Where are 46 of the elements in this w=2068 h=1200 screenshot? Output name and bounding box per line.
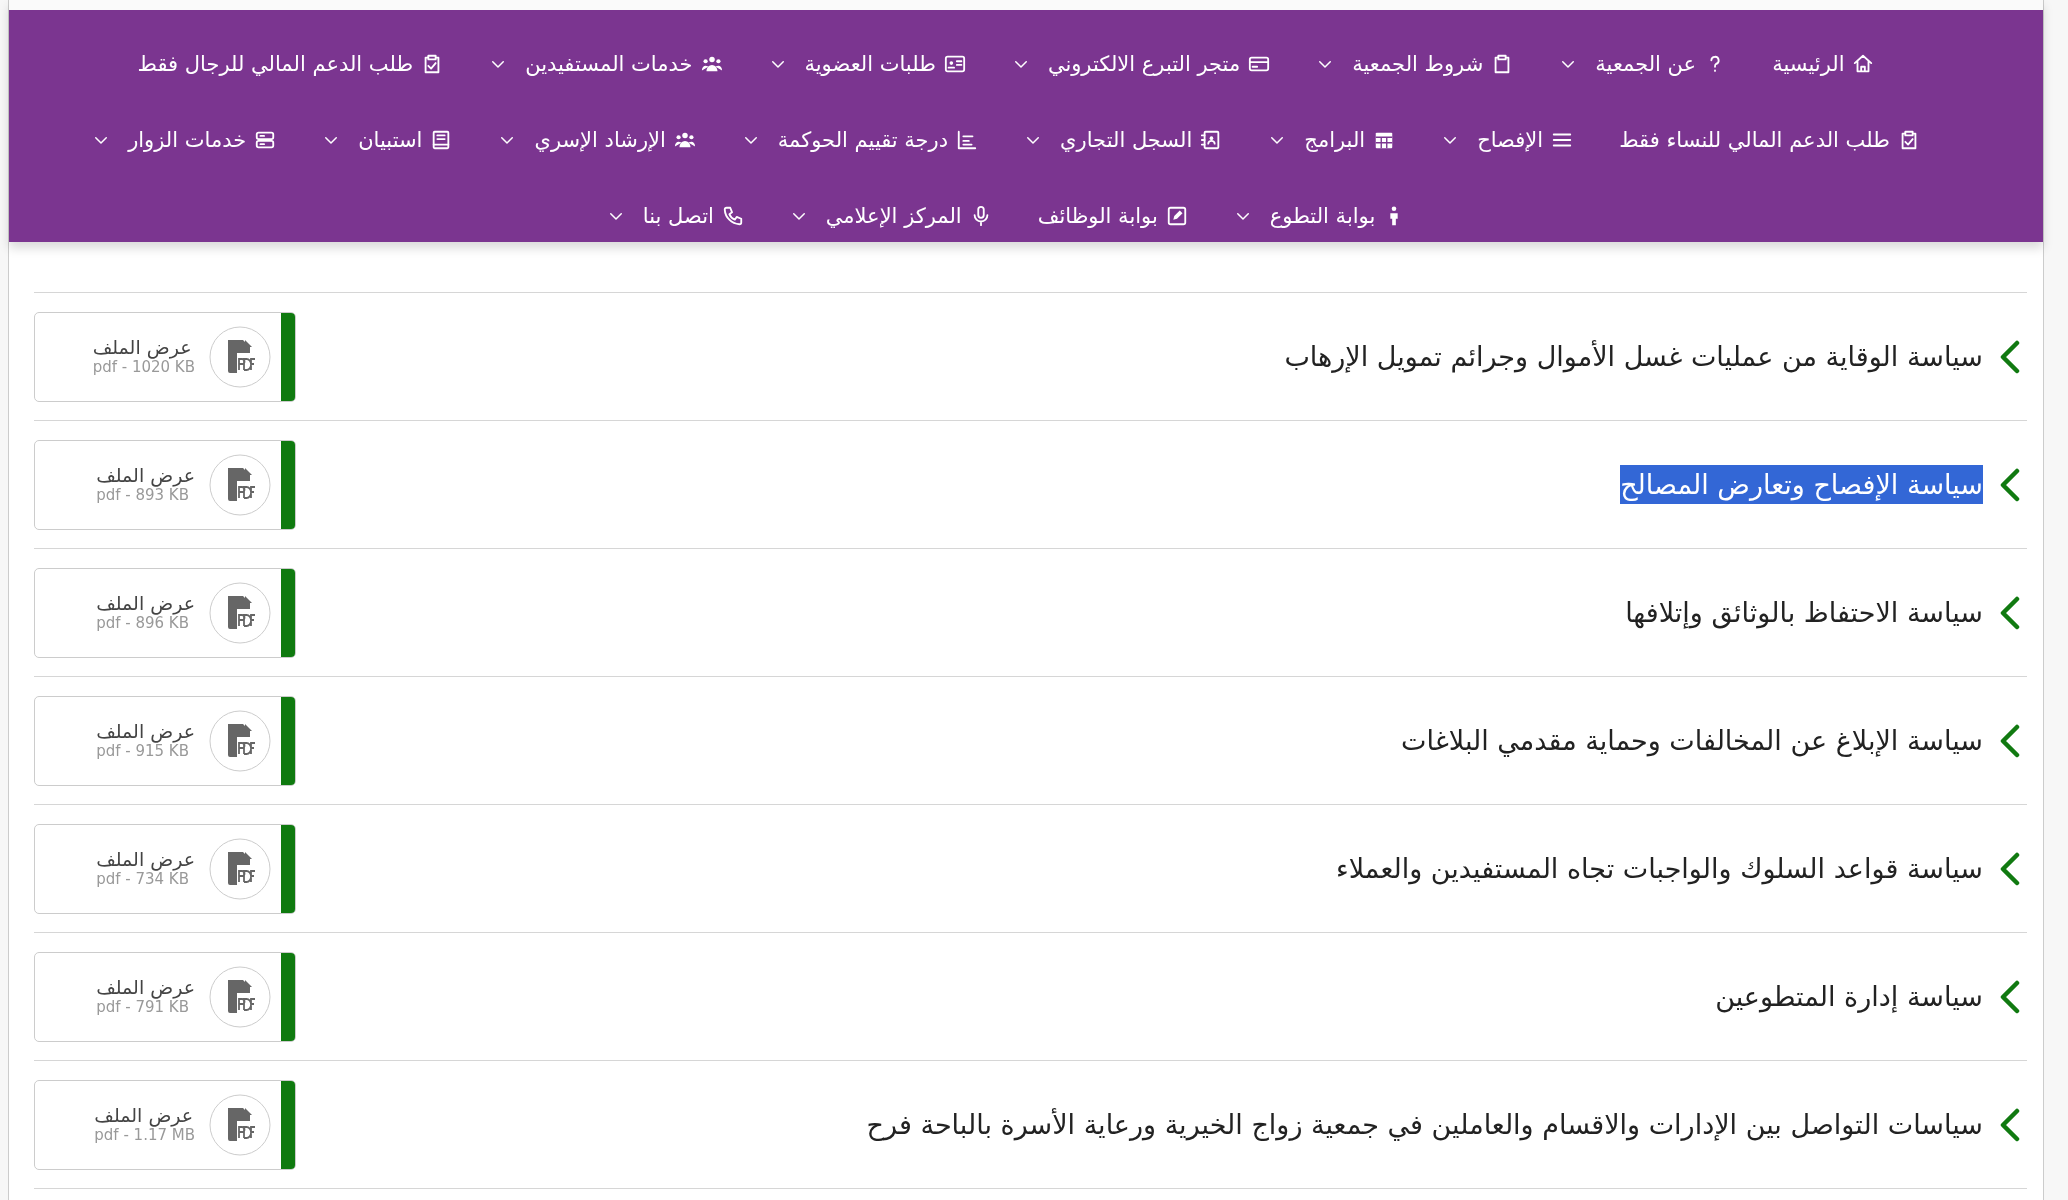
edit-icon <box>1165 205 1188 227</box>
menu-item[interactable]: الإرشاد الإسري <box>498 128 696 152</box>
menu-item[interactable]: بوابة الوظائف <box>1037 204 1188 228</box>
menu-item[interactable]: استبيان <box>322 128 453 152</box>
menu-item[interactable]: شروط الجمعية <box>1316 52 1514 76</box>
menu-item[interactable]: السجل التجاري <box>1024 128 1223 152</box>
policy-title: سياسات التواصل بين الإدارات والاقسام والعاملين في جمعية زواج الخيرية ورعاية الأسرة بالباحة فرح <box>866 1107 1983 1143</box>
pdf-file-icon <box>209 709 271 772</box>
pdf-file-icon <box>209 325 271 388</box>
menu-item[interactable]: طلب الدعم المالي للرجال فقط <box>137 52 444 76</box>
menu-item[interactable]: المركز الإعلامي <box>789 204 992 228</box>
pdf-file-icon <box>209 581 271 644</box>
id-card-icon <box>943 53 966 75</box>
home-icon <box>1852 53 1875 75</box>
pdf-file-icon <box>209 453 271 516</box>
menu-item[interactable]: طلبات العضوية <box>768 52 966 76</box>
menu-item[interactable]: الإفصاح <box>1441 128 1574 152</box>
chevron-left-icon[interactable] <box>1999 723 2021 758</box>
server-icon <box>254 129 277 151</box>
policy-title: سياسة الإفصاح وتعارض المصالح <box>1620 465 1983 504</box>
policy-title: سياسة الاحتفاظ بالوثائق وإتلافها <box>1625 596 1983 631</box>
menu-item[interactable]: بوابة التطوع <box>1233 204 1406 228</box>
menu-item[interactable]: اتصل بنا <box>606 204 744 228</box>
policy-title: سياسة إدارة المتطوعين <box>1715 980 1983 1015</box>
pdf-file-icon <box>209 837 271 900</box>
chevron-left-icon[interactable] <box>1999 467 2021 502</box>
menu-item[interactable]: البرامج <box>1268 128 1396 152</box>
phone-icon <box>721 205 744 227</box>
policy-title: سياسة الإبلاغ عن المخالفات وحماية مقدمي البلاغات <box>1401 724 1983 759</box>
menu-item[interactable]: خدمات المستفيدين <box>489 52 723 76</box>
pdf-file-icon <box>209 965 271 1028</box>
chevron-left-icon[interactable] <box>1999 851 2021 886</box>
menu-item[interactable]: عن الجمعية <box>1559 52 1727 76</box>
chevron-left-icon[interactable] <box>1999 339 2021 374</box>
chevron-left-icon[interactable] <box>1999 979 2021 1014</box>
pdf-file-icon <box>209 1093 271 1156</box>
menu-item[interactable]: متجر التبرع الالكتروني <box>1011 52 1271 76</box>
menu-item[interactable]: خدمات الزوار <box>92 128 277 152</box>
bar-chart-icon <box>956 129 979 151</box>
menu-item[interactable]: الرئيسية <box>1772 52 1875 76</box>
menu-item[interactable]: طلب الدعم المالي للنساء فقط <box>1619 128 1920 152</box>
chevron-left-icon[interactable] <box>1999 595 2021 630</box>
menu-item[interactable]: درجة تقييم الحوكمة <box>741 128 979 152</box>
chevron-left-icon[interactable] <box>1999 1107 2021 1142</box>
policy-title: سياسة قواعد السلوك والواجبات تجاه المستفيدين والعملاء <box>1335 852 1983 887</box>
policy-title: سياسة الوقاية من عمليات غسل الأموال وجرائم تمويل الإرهاب <box>1284 339 1983 375</box>
